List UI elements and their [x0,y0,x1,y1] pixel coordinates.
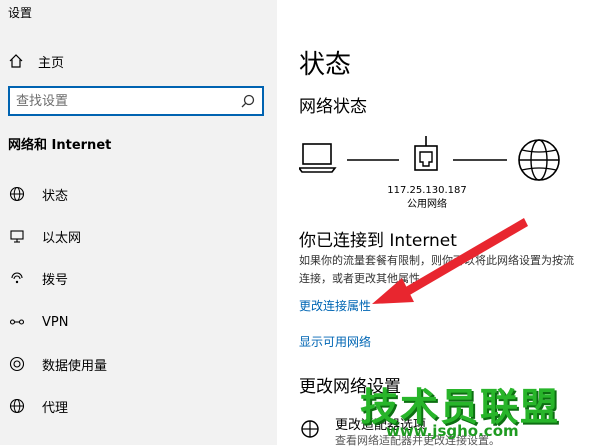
network-status-title: 网络状态 [299,97,367,117]
sidebar: 设置 主页 网络和 Internet 状态 以太网 拨号 VP [0,0,277,445]
sidebar-item-dialup[interactable]: 拨号 [0,258,277,298]
page-title: 状态 [299,50,352,80]
search-icon[interactable] [234,88,262,114]
search-input[interactable] [10,89,234,113]
sidebar-item-vpn[interactable]: VPN [0,302,277,342]
connection-info: 117.25.130.187 公用网络 [387,184,467,212]
connected-title: 你已连接到 Internet [299,231,457,251]
globe-icon [518,139,560,181]
description-line: 如果你的流量套餐有限制，则你可以将此网络设置为按流 [299,254,574,267]
sidebar-item-label: 代理 [42,400,69,416]
sidebar-item-label: 状态 [42,188,69,204]
ip-address: 117.25.130.187 [387,185,467,196]
sidebar-item-label: VPN [42,314,69,330]
search-box[interactable] [8,86,264,116]
sidebar-item-ethernet[interactable]: 以太网 [0,216,277,256]
sidebar-item-data-usage[interactable]: 数据使用量 [0,344,277,384]
network-diagram [299,136,560,181]
data-usage-icon [8,355,26,373]
sidebar-item-proxy[interactable]: 代理 [0,386,277,426]
phone-icon [8,269,26,287]
home-label: 主页 [38,55,65,71]
adapter-icon [299,418,321,442]
sidebar-item-label: 拨号 [42,272,69,288]
sidebar-item-label: 数据使用量 [42,358,108,374]
laptop-icon [299,143,337,173]
home-nav-item[interactable]: 主页 [8,50,64,72]
network-type: 公用网络 [407,199,447,210]
monitor-icon [8,227,26,245]
watermark-url: www.jsgho.com [386,422,519,440]
change-connection-properties-link[interactable]: 更改连接属性 [299,297,371,314]
sidebar-item-label: 以太网 [42,230,82,246]
sidebar-item-status[interactable]: 状态 [0,174,277,214]
globe-icon [8,397,26,415]
home-icon [8,53,24,69]
description-line: 连接，或者更改其他属性。 [299,272,431,285]
ethernet-port-icon [414,136,438,171]
vpn-icon [8,313,26,331]
globe-icon [8,185,26,203]
connection-description: 如果你的流量套餐有限制，则你可以将此网络设置为按流 连接，或者更改其他属性。 [299,252,599,288]
show-available-networks-link[interactable]: 显示可用网络 [299,333,371,350]
window-title: 设置 [8,6,33,20]
section-title: 网络和 Internet [8,138,112,153]
